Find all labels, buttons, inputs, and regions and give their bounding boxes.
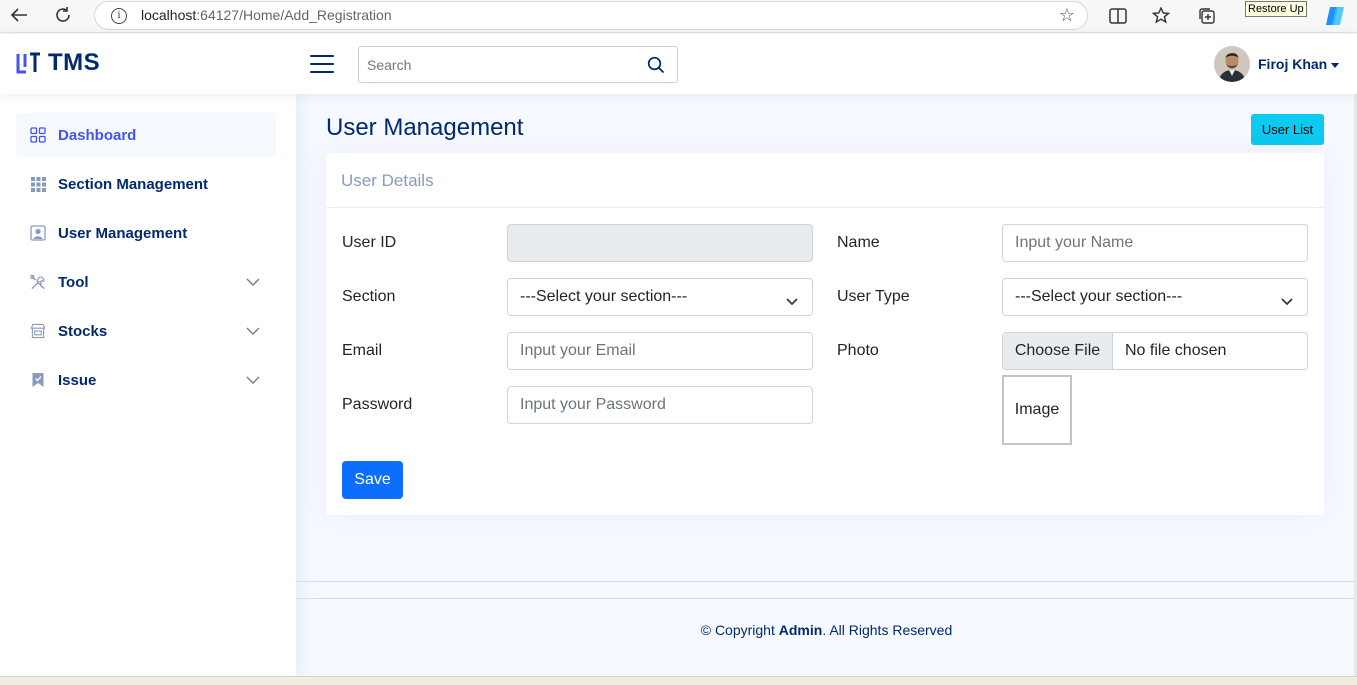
copyright-owner: Admin: [778, 622, 823, 638]
logo[interactable]: TMS: [16, 49, 100, 77]
save-button[interactable]: Save: [342, 461, 403, 499]
sidebar-item-stocks[interactable]: Stocks: [16, 309, 276, 353]
sidebar-item-label: Stocks: [58, 322, 108, 340]
name-placeholder: Input your Name: [1015, 234, 1134, 251]
sidebar-item-issue[interactable]: Issue: [16, 358, 276, 402]
url-path: :64127/Home/Add_Registration: [196, 7, 392, 23]
password-placeholder: Input your Password: [520, 396, 666, 413]
user-details-card: User Details User ID Name Input your Nam…: [326, 153, 1324, 515]
copyright-suffix: . All Rights Reserved: [822, 622, 953, 638]
sidebar-item-user-management[interactable]: User Management: [16, 211, 276, 255]
app-header: TMS Firoj Khan: [0, 34, 1357, 94]
email-field[interactable]: Input your Email: [507, 332, 813, 370]
profile-dropdown[interactable]: Firoj Khan: [1214, 46, 1340, 82]
sidebar-item-label: Section Management: [58, 175, 209, 193]
apps-grid-icon: [30, 176, 46, 192]
copyright-prefix: © Copyright: [700, 622, 779, 638]
user-type-select-value: ---Select your section---: [1015, 288, 1183, 305]
browser-toolbar: i localhost:64127/Home/Add_Registration …: [0, 0, 1357, 33]
page-title: User Management: [326, 114, 524, 141]
sidebar-item-section-management[interactable]: Section Management: [16, 162, 276, 206]
photo-file-input[interactable]: Choose File No file chosen: [1002, 332, 1308, 370]
chevron-down-icon[interactable]: [246, 323, 260, 341]
shop-icon: [30, 323, 46, 339]
user-type-label: User Type: [837, 288, 910, 305]
sidebar-item-label: User Management: [58, 224, 188, 242]
user-type-select[interactable]: ---Select your section---: [1002, 278, 1308, 316]
logo-icon: [16, 52, 40, 74]
footer: © Copyright Admin. All Rights Reserved: [296, 581, 1357, 676]
card-header: User Details: [326, 153, 1324, 208]
search-bar: [358, 46, 678, 83]
user-id-field: [507, 224, 813, 262]
profile-name: Firoj Khan: [1258, 56, 1328, 72]
copilot-icon[interactable]: [1324, 5, 1346, 27]
copyright-text: © Copyright Admin. All Rights Reserved: [296, 622, 1357, 638]
user-id-label: User ID: [342, 234, 397, 251]
collections-icon[interactable]: [1196, 5, 1218, 27]
menu-toggle-icon[interactable]: [310, 53, 334, 75]
choose-file-button[interactable]: Choose File: [1003, 333, 1113, 369]
search-input[interactable]: [359, 47, 629, 82]
sidebar: Dashboard Section Management User Manage…: [0, 94, 296, 676]
section-label: Section: [342, 288, 396, 305]
password-label: Password: [342, 396, 413, 413]
back-arrow-icon[interactable]: [6, 4, 32, 26]
address-bar[interactable]: i localhost:64127/Home/Add_Registration …: [94, 1, 1088, 30]
refresh-icon[interactable]: [50, 4, 76, 26]
info-icon[interactable]: i: [111, 8, 127, 24]
sidebar-item-label: Dashboard: [58, 126, 137, 144]
avatar: [1214, 46, 1250, 82]
file-status: No file chosen: [1125, 342, 1227, 359]
bookmark-icon: [30, 372, 46, 388]
split-screen-icon[interactable]: [1107, 5, 1129, 27]
footer-divider: [296, 598, 1357, 599]
password-field[interactable]: Input your Password: [507, 386, 813, 424]
sidebar-item-label: Tool: [58, 273, 89, 291]
card-title: User Details: [341, 171, 434, 190]
tools-icon: [30, 274, 46, 290]
favorites-icon[interactable]: [1151, 5, 1173, 27]
email-placeholder: Input your Email: [520, 342, 636, 359]
sidebar-item-dashboard[interactable]: Dashboard: [16, 113, 276, 157]
email-label: Email: [342, 342, 383, 359]
url-text: localhost:64127/Home/Add_Registration: [141, 7, 392, 23]
name-field[interactable]: Input your Name: [1002, 224, 1308, 262]
user-list-button[interactable]: User List: [1251, 114, 1324, 145]
person-badge-icon: [30, 225, 46, 241]
restore-tooltip: Restore Up: [1245, 1, 1307, 17]
taskbar-strip: [0, 676, 1357, 685]
url-host: localhost: [141, 7, 197, 23]
search-icon[interactable]: [647, 56, 665, 74]
logo-text: TMS: [48, 49, 101, 76]
sidebar-item-label: Issue: [58, 371, 97, 389]
chevron-down-icon: [1281, 293, 1293, 311]
caret-down-icon: [1331, 62, 1340, 68]
favorite-star-icon[interactable]: ☆: [1059, 5, 1075, 26]
chevron-down-icon[interactable]: [246, 274, 260, 292]
sidebar-item-tool[interactable]: Tool: [16, 260, 276, 304]
chevron-down-icon: [786, 293, 798, 311]
chevron-down-icon[interactable]: [246, 372, 260, 390]
section-select-value: ---Select your section---: [520, 288, 688, 305]
image-preview: Image: [1002, 375, 1072, 445]
name-label: Name: [837, 234, 880, 251]
grid-icon: [30, 127, 46, 143]
photo-label: Photo: [837, 342, 879, 359]
section-select[interactable]: ---Select your section---: [507, 278, 813, 316]
